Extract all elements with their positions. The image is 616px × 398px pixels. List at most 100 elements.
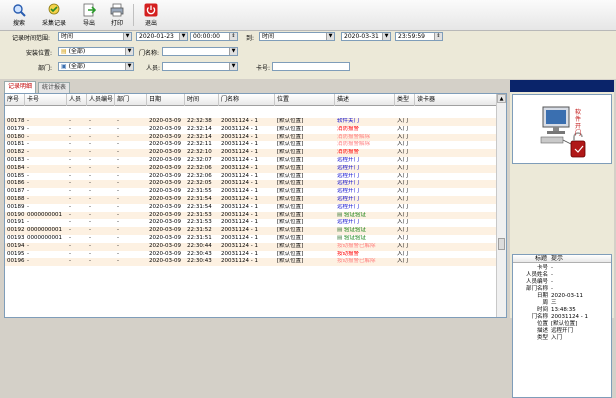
detail-row: 周三 — [513, 300, 603, 307]
table-row[interactable]: 00183- - - -2020-03-09 22:32:07 20031124 - 1[… — [5, 157, 497, 165]
tab-statistics-report[interactable]: 统计报表 — [38, 82, 70, 93]
table-cell-loc: [默认位置] — [277, 219, 304, 226]
detail-header-row: 标题 提示 — [513, 255, 611, 263]
table-row[interactable]: 00192 0000000001- - -2020-03-09 22:31:52 2003… — [5, 227, 497, 235]
column-header[interactable]: 部门 — [115, 94, 147, 106]
detail-row: 描述 远程开门 — [513, 328, 603, 335]
column-header[interactable]: 时间 — [185, 94, 219, 106]
time-range-select[interactable]: 时间 ▼ — [58, 32, 132, 41]
spin-icon[interactable]: ⇕ — [434, 33, 442, 40]
time-range-label: 记录时间范围: — [12, 35, 51, 42]
table-cell-card: - — [27, 250, 29, 257]
table-cell-reader — [415, 219, 497, 227]
column-header[interactable]: 描述 — [335, 94, 395, 106]
column-header[interactable]: 卡号 — [25, 94, 67, 106]
column-header[interactable]: 序号 — [5, 94, 25, 106]
table-cell-type: 入门 — [397, 157, 409, 163]
column-header[interactable]: 位置 — [275, 94, 335, 106]
chevron-down-icon[interactable]: ▼ — [125, 63, 133, 70]
table-cell-date: 2020-03-09 — [149, 133, 181, 140]
photo-caption: 软件开门 — [575, 109, 582, 137]
detail-value: - — [551, 265, 553, 271]
column-header[interactable]: 人员 — [67, 94, 87, 106]
department-select[interactable]: ▣ (全部) ▼ — [58, 62, 134, 71]
table-cell-dept: - — [117, 164, 119, 171]
table-cell-desc: 按动报警已解除 — [335, 243, 395, 251]
table-row[interactable]: 00195- - - -2020-03-09 22:30:43 20031124 - 1[… — [5, 250, 497, 259]
table-row[interactable]: 00182- - - -2020-03-09 22:32:10 20031124 - 1[… — [5, 149, 497, 157]
table-row[interactable]: 00181- - - -2020-03-09 22:32:11 20031124 - 1[… — [5, 141, 497, 150]
collect-records-button[interactable]: 采集记录 — [38, 1, 70, 30]
search-button[interactable]: 搜索 — [4, 1, 34, 30]
end-time-field-select[interactable]: 时间 ▼ — [259, 32, 335, 41]
scroll-up-icon[interactable]: ▲ — [497, 94, 506, 103]
table-cell-time: 22:32:38 — [187, 118, 212, 124]
table-cell-person: - — [69, 211, 71, 218]
install-location-value: (全部) — [68, 48, 86, 55]
description-text: 远程开门 — [337, 196, 360, 202]
tab-record-details[interactable]: 记录明细 — [4, 81, 36, 93]
end-time-input[interactable]: 23:59:59 ⇕ — [395, 32, 443, 41]
table-cell-date: 2020-03-09 — [149, 118, 181, 124]
column-header[interactable]: 日期 — [147, 94, 185, 106]
detail-key: 门名称 — [531, 314, 548, 320]
door-name-select[interactable]: ▼ — [162, 47, 238, 56]
table-cell-card: - — [27, 196, 29, 202]
table-row[interactable]: 00189- - - -2020-03-09 22:31:54 20031124 - 1[… — [5, 203, 497, 212]
table-row[interactable]: 00178- - - -2020-03-09 22:32:38 20031124 - 1[… — [5, 118, 497, 126]
collect-records-label: 采集记录 — [41, 20, 66, 27]
exit-button[interactable]: 退出 — [136, 1, 166, 30]
table-row[interactable]: 00196- - - -2020-03-09 22:30:43 20031124 - 1[… — [5, 258, 497, 267]
chevron-down-icon[interactable]: ▼ — [123, 33, 131, 40]
table-cell-seq: 00183 — [7, 157, 25, 163]
column-header[interactable]: 读卡器 — [415, 94, 497, 106]
end-date-input[interactable]: 2020-03-31 ▼ — [341, 32, 391, 41]
description-text: 消防报警 — [337, 125, 360, 132]
start-date-input[interactable]: 2020-01-23 ▼ — [136, 32, 188, 41]
table-row[interactable]: 00194- - - -2020-03-09 22:30:44 20031124 - 1[… — [5, 242, 497, 251]
table-row[interactable]: 00193 0000000001 - - - 2020-03-09 22:31:51 2003… — [5, 235, 497, 243]
table-row[interactable]: 00184- - - -2020-03-09 22:32:06 20031124 - 1[… — [5, 164, 497, 173]
table-cell-date: 2020-03-09 — [149, 188, 181, 195]
table-cell-card: - — [27, 133, 29, 140]
table-cell-person: - — [69, 203, 71, 210]
table-cell-card: 0000000001 — [27, 235, 62, 241]
table-row[interactable]: 00188- - - -2020-03-09 22:31:54 20031124 - 1[… — [5, 196, 497, 204]
table-row[interactable]: 00185- - - -2020-03-09 22:32:06 20031124 - 1[… — [5, 172, 497, 181]
table-row[interactable]: 00191- - - -2020-03-09 22:31:53 20031124 - 1[… — [5, 219, 497, 228]
chevron-down-icon[interactable]: ▼ — [125, 48, 133, 55]
card-input[interactable] — [272, 62, 350, 71]
table-cell-desc: 消防报警 — [335, 149, 395, 157]
table-cell-door: 20031124 - 1 — [221, 125, 258, 132]
table-row[interactable]: 00190 0000000001- - -2020-03-09 22:31:53 2003… — [5, 211, 497, 220]
table-cell-pid: - — [89, 219, 91, 226]
spin-icon[interactable]: ⇕ — [229, 33, 237, 40]
table-row[interactable]: 00186- - - -2020-03-09 22:32:05 20031124 - 1[… — [5, 180, 497, 189]
column-header[interactable]: 门名称 — [219, 94, 275, 106]
print-button[interactable]: 打印 — [102, 1, 132, 30]
table-cell-pid: - — [89, 211, 91, 218]
export-button[interactable]: 导出 — [74, 1, 104, 30]
table-row[interactable]: 00179- - - -2020-03-09 22:32:14 20031124 - 1[… — [5, 125, 497, 134]
column-header[interactable]: 类型 — [395, 94, 415, 106]
table-cell-person: - — [69, 196, 71, 202]
table-row[interactable]: 00180- - - -2020-03-09 22:32:14 20031124 - 1[… — [5, 133, 497, 142]
table-cell-time: 22:31:54 — [187, 196, 212, 202]
table-cell-person: - — [69, 242, 71, 249]
table-cell-date: 2020-03-09 — [149, 211, 181, 218]
table-row[interactable]: 00187- - - -2020-03-09 22:31:55 20031124 - 1[… — [5, 188, 497, 196]
scroll-thumb[interactable] — [498, 238, 505, 250]
start-time-input[interactable]: 00:00:00 ⇕ — [190, 32, 238, 41]
chevron-down-icon[interactable]: ▼ — [229, 48, 237, 55]
chevron-down-icon[interactable]: ▼ — [229, 63, 237, 70]
detail-header-value: 提示 — [551, 255, 564, 262]
vertical-scrollbar[interactable]: ▲ — [496, 94, 506, 317]
table-cell-door: 20031124 - 1 — [221, 149, 258, 156]
calendar-dropdown-icon[interactable]: ▼ — [179, 33, 187, 40]
install-location-select[interactable]: ▤ (全部) ▼ — [58, 47, 134, 56]
table-cell-dept: - — [117, 125, 119, 132]
calendar-dropdown-icon[interactable]: ▼ — [382, 33, 390, 40]
person-select[interactable]: ▼ — [162, 62, 238, 71]
column-header[interactable]: 人员编号 — [87, 94, 115, 106]
chevron-down-icon[interactable]: ▼ — [326, 33, 334, 40]
